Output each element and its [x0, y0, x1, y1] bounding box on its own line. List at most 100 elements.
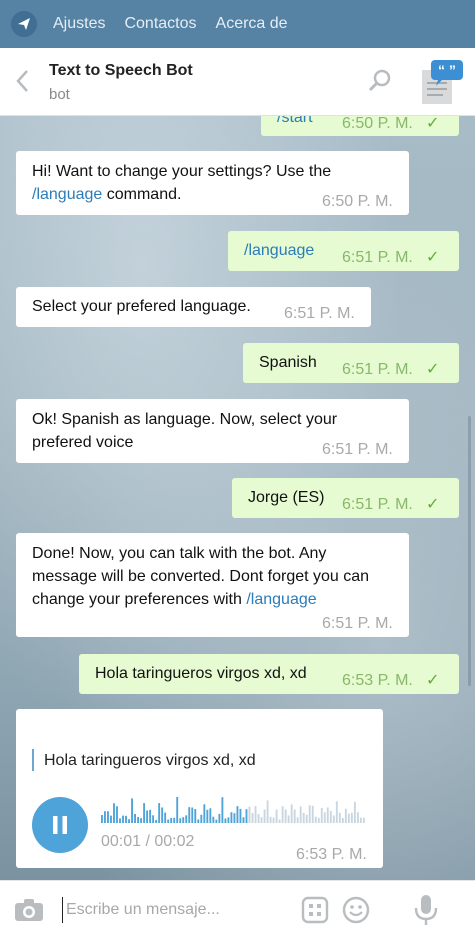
waveform-bar [251, 813, 254, 823]
message-incoming[interactable]: Hi! Want to change your settings? Use th… [16, 151, 409, 215]
chat-subtitle: bot [49, 86, 70, 103]
waveform-bar [170, 817, 173, 823]
camera-icon[interactable] [14, 898, 44, 927]
waveform-bar [215, 819, 218, 823]
message-outgoing[interactable]: /start 6:50 P. M. ✓ [261, 116, 459, 136]
message-time: 6:53 P. M. [296, 846, 367, 863]
message-text: Spanish [259, 354, 317, 371]
waveform-bar [275, 809, 278, 823]
microphone-icon[interactable] [413, 894, 439, 931]
waveform-bar [176, 797, 179, 823]
message-time: 6:51 P. M. [342, 361, 413, 378]
message-input[interactable] [62, 897, 282, 923]
waveform-bar [143, 803, 146, 823]
read-check-icon: ✓ [426, 116, 440, 132]
audio-waveform[interactable] [101, 795, 366, 825]
message-incoming[interactable]: Ok! Spanish as language. Now, select you… [16, 399, 409, 463]
waveform-bar [263, 809, 266, 823]
waveform-bar [230, 812, 233, 823]
waveform-bar [341, 817, 344, 823]
pause-button[interactable] [32, 797, 88, 853]
message-time: 6:51 P. M. [322, 615, 393, 632]
language-command-link[interactable]: /language [246, 591, 316, 608]
waveform-bar [299, 806, 302, 823]
search-icon[interactable] [367, 68, 393, 99]
message-composer [0, 880, 475, 938]
waveform-bar [239, 808, 242, 823]
waveform-bar [212, 816, 215, 823]
chat-scrollbar[interactable] [468, 416, 471, 686]
waveform-bar [122, 815, 124, 823]
voice-progress: 00:01 / 00:02 [101, 833, 195, 850]
emoji-icon[interactable] [342, 896, 370, 929]
waveform-bar [164, 812, 167, 823]
waveform-bar [278, 819, 281, 823]
message-incoming[interactable]: Done! Now, you can talk with the bot. An… [16, 533, 409, 637]
waveform-bar [335, 801, 338, 823]
message-incoming[interactable]: Select your prefered language. 6:51 P. M… [16, 287, 371, 327]
waveform-bar [149, 809, 152, 823]
waveform-bar [356, 812, 359, 823]
message-text: Ok! Spanish as language. Now, select you… [32, 411, 338, 428]
waveform-bar [293, 809, 296, 823]
message-text: Hola taringueros virgos xd, xd [95, 665, 307, 682]
waveform-bar [203, 804, 206, 823]
message-outgoing[interactable]: Jorge (ES) 6:51 P. M. ✓ [232, 478, 459, 518]
waveform-bar [131, 798, 133, 823]
waveform-bar [128, 819, 130, 823]
message-text[interactable]: /start [277, 116, 313, 129]
language-command-link[interactable]: /language [32, 186, 102, 203]
message-text-line2: /language command. [32, 186, 182, 203]
waveform-bar [125, 815, 127, 823]
waveform-bar [248, 806, 251, 823]
waveform-bar [209, 808, 212, 823]
chat-title[interactable]: Text to Speech Bot [49, 62, 193, 80]
message-outgoing[interactable]: /language 6:51 P. M. ✓ [228, 231, 459, 271]
waveform-bar [350, 812, 353, 823]
svg-text:“ ”: “ ” [438, 62, 456, 78]
sticker-icon[interactable] [301, 896, 329, 929]
message-time: 6:51 P. M. [342, 249, 413, 266]
waveform-bar [158, 803, 161, 823]
waveform-bar [296, 817, 299, 823]
waveform-bar [185, 815, 188, 823]
message-time: 6:53 P. M. [342, 672, 413, 689]
waveform-bar [134, 813, 136, 823]
waveform-bar [338, 812, 341, 823]
message-time: 6:51 P. M. [284, 305, 355, 322]
message-outgoing[interactable]: Hola taringueros virgos xd, xd 6:53 P. M… [79, 654, 459, 694]
waveform-bar [206, 809, 209, 823]
waveform-bar [101, 815, 103, 823]
voice-message[interactable]: Hola taringueros virgos xd, xd 00:01 / 0… [16, 709, 383, 868]
waveform-bar [320, 808, 323, 823]
bot-avatar-icon[interactable]: “ ” [418, 58, 464, 111]
message-text: Select your prefered language. [32, 298, 251, 315]
voice-caption: Hola taringueros virgos xd, xd [32, 749, 256, 771]
waveform-bar [182, 817, 185, 823]
read-check-icon: ✓ [426, 672, 440, 689]
message-text-line2: message will be converted. Dont forget y… [32, 568, 370, 585]
pause-icon [53, 816, 67, 834]
waveform-bar [227, 817, 230, 823]
message-text: Jorge (ES) [248, 489, 325, 506]
nav-link-settings[interactable]: Ajustes [53, 15, 105, 33]
waveform-bar [287, 815, 290, 823]
message-outgoing[interactable]: Spanish 6:51 P. M. ✓ [243, 343, 459, 383]
message-text-line3: change your preferences with /language [32, 591, 317, 608]
waveform-bar [353, 801, 356, 823]
waveform-bar [269, 816, 272, 823]
nav-link-contacts[interactable]: Contactos [124, 15, 196, 33]
back-arrow-icon[interactable] [14, 68, 30, 99]
waveform-bar [221, 797, 224, 823]
waveform-bar [119, 818, 121, 823]
waveform-bar [305, 814, 308, 823]
waveform-bar [236, 806, 239, 823]
waveform-bar [323, 812, 326, 823]
waveform-bar [224, 818, 227, 823]
waveform-bar [308, 805, 311, 823]
chat-history[interactable]: /start 6:50 P. M. ✓ Hi! Want to change y… [0, 116, 475, 880]
telegram-logo-icon[interactable] [11, 11, 37, 37]
nav-link-about[interactable]: Acerca de [216, 15, 288, 33]
message-text[interactable]: /language [244, 239, 314, 262]
waveform-bar [233, 813, 236, 823]
